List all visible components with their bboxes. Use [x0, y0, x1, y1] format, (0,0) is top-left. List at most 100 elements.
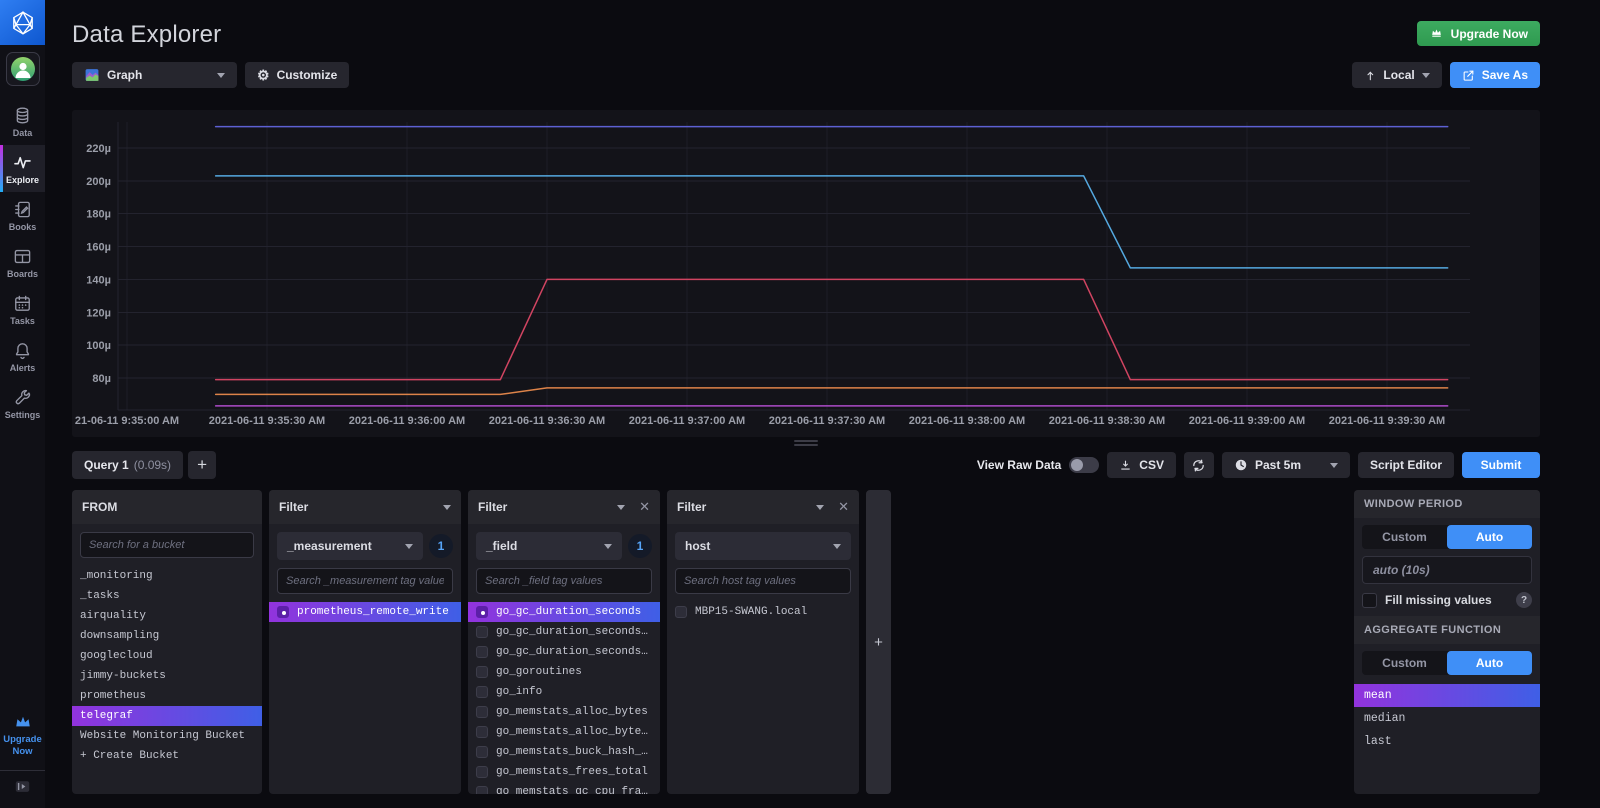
bucket-list-item[interactable]: _tasks [72, 586, 262, 606]
tag-value-item[interactable]: prometheus_remote_write [269, 602, 461, 622]
window-custom-option[interactable]: Custom [1362, 525, 1447, 549]
tag-value-item[interactable]: go_memstats_gc_cpu_fracti… [468, 782, 660, 794]
bucket-list-item[interactable]: googlecloud [72, 646, 262, 666]
checkbox-icon[interactable] [476, 786, 488, 794]
tag-key-dropdown[interactable]: _field [476, 532, 622, 560]
sidebar-item-books[interactable]: Books [0, 192, 45, 239]
sidebar-item-boards[interactable]: Boards [0, 239, 45, 286]
tag-value-item[interactable]: go_gc_duration_seconds_co… [468, 622, 660, 642]
window-period-header: WINDOW PERIOD [1354, 490, 1540, 518]
aggregate-function-item[interactable]: mean [1354, 684, 1540, 707]
checkbox-icon[interactable] [476, 706, 488, 718]
tag-value-label: go_gc_duration_seconds_co… [496, 626, 652, 638]
tag-value-search-input[interactable] [476, 568, 652, 594]
view-raw-data-toggle[interactable] [1069, 457, 1100, 473]
save-as-button[interactable]: Save As [1449, 62, 1540, 88]
aggregate-function-item[interactable]: median [1354, 707, 1540, 730]
checkbox-icon[interactable] [476, 686, 488, 698]
add-query-button[interactable]: + [188, 451, 217, 479]
bucket-list-item[interactable]: + Create Bucket [72, 746, 262, 766]
checkbox-icon[interactable] [476, 646, 488, 658]
submit-button[interactable]: Submit [1462, 452, 1540, 478]
sidebar-item-settings[interactable]: Settings [0, 380, 45, 427]
close-icon[interactable]: ✕ [639, 499, 650, 515]
bucket-list-item[interactable]: downsampling [72, 626, 262, 646]
checkbox-checked-icon[interactable] [277, 606, 289, 618]
bucket-list-item[interactable]: telegraf [72, 706, 262, 726]
tag-value-item[interactable]: go_memstats_frees_total [468, 762, 660, 782]
database-icon [13, 106, 32, 125]
close-icon[interactable]: ✕ [838, 499, 849, 515]
add-filter-button[interactable]: + [866, 490, 891, 794]
tag-value-item[interactable]: go_memstats_alloc_bytes [468, 702, 660, 722]
upgrade-now-label: Upgrade Now [1450, 26, 1528, 41]
bucket-search-input[interactable] [80, 532, 254, 558]
csv-download-button[interactable]: CSV [1107, 452, 1176, 478]
chevron-down-icon[interactable] [617, 504, 626, 510]
window-auto-option[interactable]: Auto [1447, 525, 1532, 549]
bucket-list-item[interactable]: Website Monitoring Bucket [72, 726, 262, 746]
bucket-list-item[interactable]: jimmy-buckets [72, 666, 262, 686]
upgrade-now-button[interactable]: Upgrade Now [1416, 21, 1540, 46]
bucket-list-item[interactable]: airquality [72, 606, 262, 626]
sidebar-item-data[interactable]: Data [0, 98, 45, 145]
checkbox-icon[interactable] [476, 726, 488, 738]
tag-value-list: go_gc_duration_seconds go_gc_duration_sec… [468, 599, 660, 794]
tag-value-search-wrap [269, 560, 461, 599]
page-header: Data Explorer Upgrade Now [45, 0, 1600, 49]
sidebar-upgrade-button[interactable]: Upgrade Now [0, 714, 45, 770]
fill-missing-values-checkbox[interactable] [1362, 592, 1377, 608]
timezone-dropdown[interactable]: Local [1351, 62, 1442, 88]
aggregate-function-label: mean [1364, 689, 1392, 702]
chevron-down-icon[interactable] [443, 504, 451, 510]
sidebar-expand-button[interactable] [14, 771, 31, 808]
help-icon[interactable]: ? [1516, 592, 1532, 608]
checkbox-icon[interactable] [476, 626, 488, 638]
aggregate-custom-option[interactable]: Custom [1362, 651, 1447, 675]
chevron-down-icon[interactable] [816, 504, 825, 510]
window-aggregate-panel: WINDOW PERIOD Custom Auto auto (10s) Fil… [1354, 490, 1540, 794]
time-range-dropdown[interactable]: Past 5m [1221, 452, 1350, 478]
tag-value-item[interactable]: go_gc_duration_seconds_sum [468, 642, 660, 662]
aggregate-function-item[interactable]: last [1354, 730, 1540, 753]
tag-value-item[interactable]: go_memstats_buck_hash_sys… [468, 742, 660, 762]
window-period-value: auto (10s) [1362, 556, 1532, 584]
tag-value-search-input[interactable] [675, 568, 851, 594]
checkbox-icon[interactable] [476, 666, 488, 678]
visualization-type-dropdown[interactable]: Graph [72, 62, 237, 88]
refresh-button[interactable] [1183, 452, 1214, 478]
sidebar-item-tasks[interactable]: Tasks [0, 286, 45, 333]
sidebar-item-explore[interactable]: Explore [0, 145, 45, 192]
checkbox-icon[interactable] [675, 606, 687, 618]
aggregate-toggle-row: Custom Auto [1354, 644, 1540, 682]
svg-text:120µ: 120µ [86, 307, 111, 319]
user-avatar[interactable] [5, 52, 40, 86]
save-as-label: Save As [1481, 68, 1528, 82]
tag-key-dropdown[interactable]: host [675, 532, 851, 560]
from-title: FROM [82, 500, 118, 514]
tag-value-item[interactable]: MBP15-SWANG.local [667, 602, 859, 622]
checkbox-icon[interactable] [476, 746, 488, 758]
tag-value-item[interactable]: go_info [468, 682, 660, 702]
sidebar-item-alerts[interactable]: Alerts [0, 333, 45, 380]
tag-value-item[interactable]: go_goroutines [468, 662, 660, 682]
checkbox-checked-icon[interactable] [476, 606, 488, 618]
area-chart-icon [85, 69, 99, 81]
bucket-list-item[interactable]: prometheus [72, 686, 262, 706]
query-tab[interactable]: Query 1 (0.09s) [72, 451, 184, 479]
filter-panel-header: Filter [269, 490, 461, 524]
tag-key-dropdown[interactable]: _measurement [277, 532, 423, 560]
influxdb-logo[interactable] [0, 0, 45, 45]
script-editor-button[interactable]: Script Editor [1357, 452, 1454, 478]
svg-text:180µ: 180µ [86, 209, 111, 221]
resize-drag-handle[interactable] [72, 440, 1540, 446]
checkbox-icon[interactable] [476, 766, 488, 778]
aggregate-auto-option[interactable]: Auto [1447, 651, 1532, 675]
customize-button[interactable]: ⚙ Customize [245, 62, 350, 88]
line-chart: 21-06-11 9:35:00 AM 2021-06-11 9:35:30 AM… [75, 122, 1470, 427]
tag-value-search-input[interactable] [277, 568, 453, 594]
bucket-list-item[interactable]: _monitoring [72, 566, 262, 586]
time-series-chart[interactable]: 21-06-11 9:35:00 AM 2021-06-11 9:35:30 AM… [72, 110, 1540, 437]
tag-value-item[interactable]: go_memstats_alloc_bytes_t… [468, 722, 660, 742]
tag-value-item[interactable]: go_gc_duration_seconds [468, 602, 660, 622]
